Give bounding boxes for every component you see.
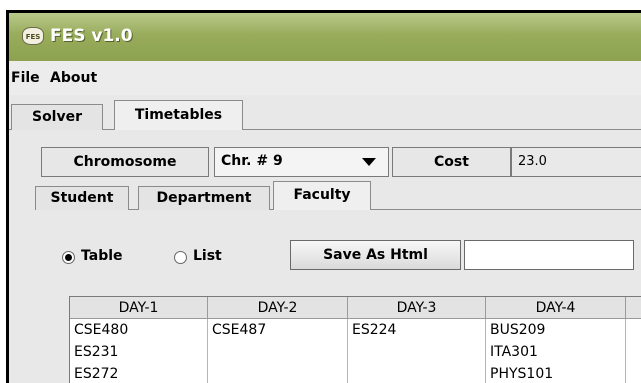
window-title: FES v1.0: [50, 26, 133, 46]
chromosome-label: Chromosome: [41, 147, 209, 177]
table-cell[interactable]: ES224: [348, 319, 396, 341]
table-cell[interactable]: ES272: [70, 363, 118, 383]
column-header-day-3[interactable]: DAY-3: [348, 297, 486, 319]
column-header-overflow: [626, 297, 641, 319]
app-logo-icon: FES: [22, 27, 44, 45]
column-header-day-2[interactable]: DAY-2: [208, 297, 348, 319]
table-cell[interactable]: BUS209: [486, 319, 545, 341]
table-cell[interactable]: ES231: [70, 341, 118, 363]
app-window: FES FES v1.0 File About Solver Timetable…: [6, 10, 641, 383]
menu-bar: File About: [9, 61, 641, 95]
cost-value-field: 23.0: [511, 147, 641, 177]
table-cell[interactable]: PHYS101: [486, 363, 553, 383]
chromosome-select[interactable]: Chr. # 9: [214, 147, 389, 177]
save-path-input[interactable]: [464, 240, 634, 270]
tab-department[interactable]: Department: [138, 186, 270, 210]
menu-about[interactable]: About: [50, 70, 97, 86]
main-tab-divider: [9, 129, 641, 130]
save-as-html-button[interactable]: Save As Html: [290, 240, 461, 270]
tab-faculty[interactable]: Faculty: [273, 181, 371, 210]
chevron-down-icon[interactable]: [362, 158, 376, 166]
tab-timetables[interactable]: Timetables: [114, 100, 243, 130]
title-bar: FES FES v1.0: [9, 13, 641, 61]
table-cell[interactable]: CSE480: [70, 319, 128, 341]
tab-student[interactable]: Student: [35, 186, 129, 210]
list-radio-label[interactable]: List: [193, 248, 222, 264]
menu-file[interactable]: File: [11, 70, 40, 86]
cost-label: Cost: [392, 147, 511, 177]
table-cell[interactable]: ITA301: [486, 341, 538, 363]
timetable-table: DAY-1 DAY-2 DAY-3 DAY-4 CSE480 ES231 ES2…: [69, 296, 641, 383]
list-radio[interactable]: [174, 251, 187, 264]
column-header-day-4[interactable]: DAY-4: [486, 297, 626, 319]
tab-solver[interactable]: Solver: [11, 104, 103, 130]
chromosome-selected-value: Chr. # 9: [221, 153, 283, 169]
column-header-day-1[interactable]: DAY-1: [70, 297, 208, 319]
table-radio-label[interactable]: Table: [81, 248, 123, 264]
table-radio[interactable]: [62, 251, 75, 264]
table-cell[interactable]: CSE487: [208, 319, 266, 341]
content-area: Solver Timetables Chromosome Chr. # 9 Co…: [9, 95, 641, 383]
